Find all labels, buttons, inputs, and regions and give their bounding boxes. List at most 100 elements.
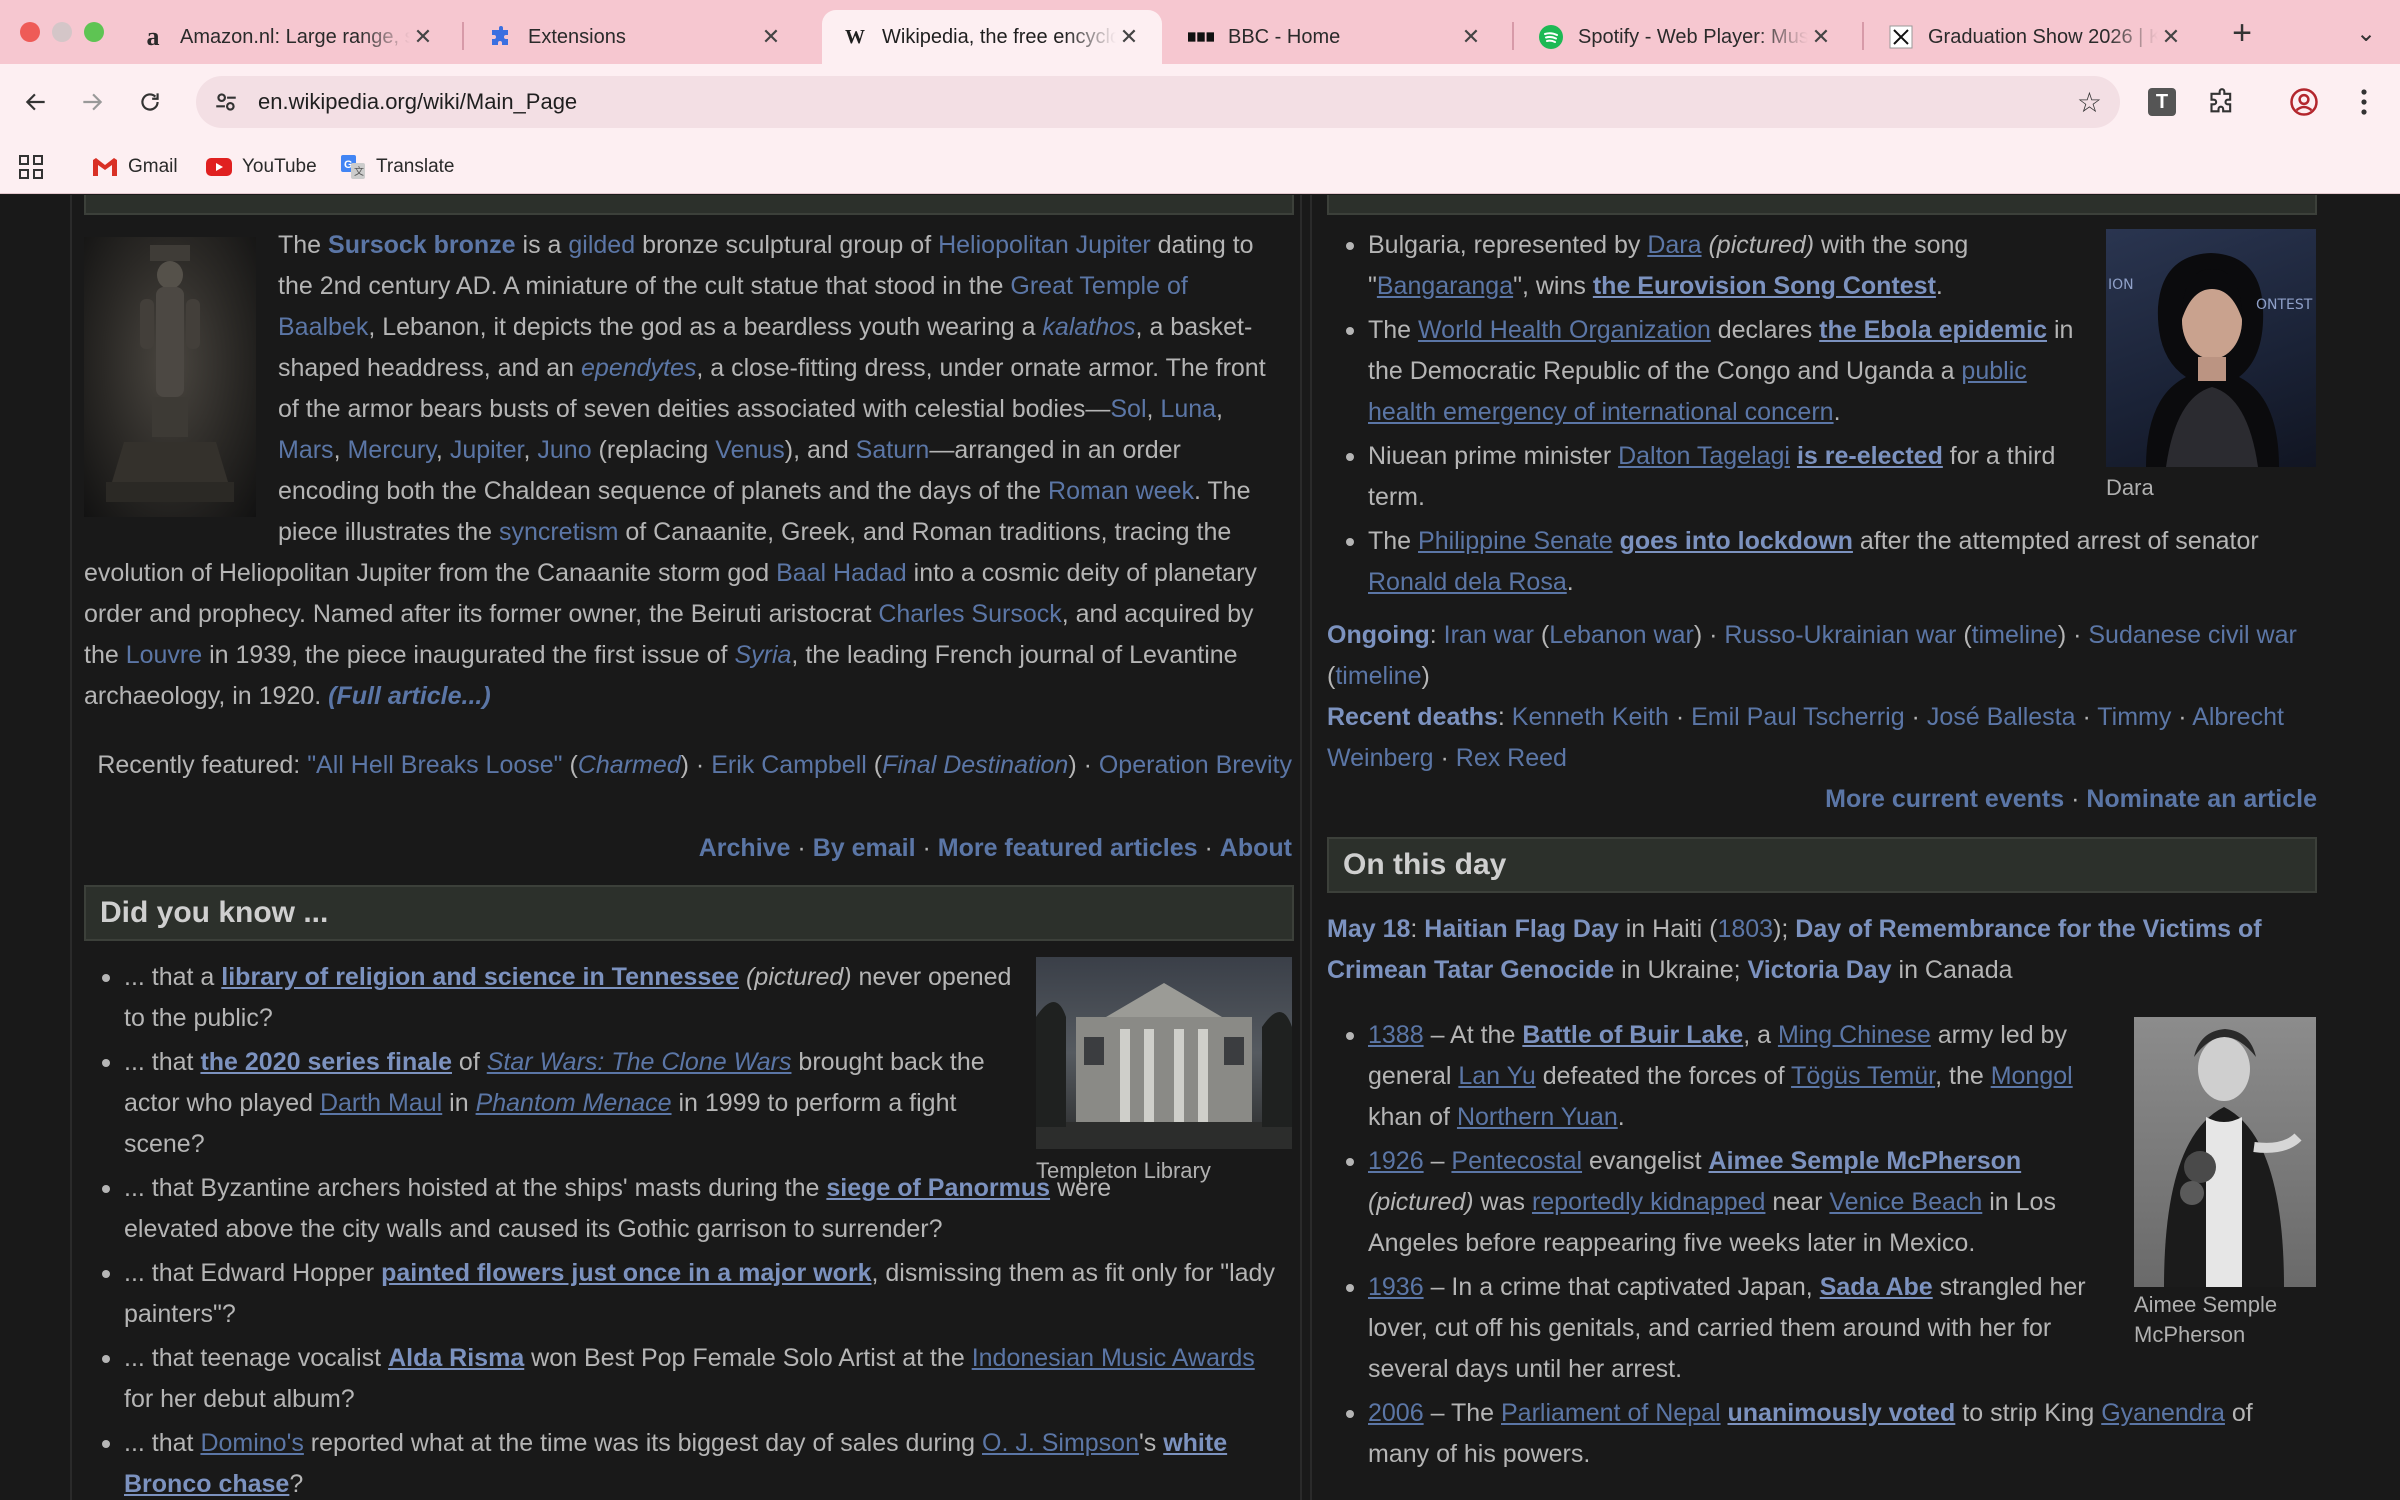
link-re-elected[interactable]: is re-elected bbox=[1797, 442, 1943, 470]
link-haitian-flag-day[interactable]: Haitian Flag Day bbox=[1424, 915, 1619, 943]
link-phantom-menace[interactable]: Phantom Menace bbox=[476, 1089, 672, 1117]
tab-extensions[interactable]: Extensions ✕ bbox=[468, 10, 804, 64]
close-tab-icon[interactable]: ✕ bbox=[1116, 24, 1142, 50]
link-kenneth-keith[interactable]: Kenneth Keith bbox=[1512, 703, 1669, 731]
link-may-18[interactable]: May 18 bbox=[1327, 915, 1410, 943]
link-about[interactable]: About bbox=[1220, 834, 1292, 862]
close-tab-icon[interactable]: ✕ bbox=[1808, 24, 1834, 50]
link-1926[interactable]: 1926 bbox=[1368, 1147, 1424, 1175]
link-roman-week[interactable]: Roman week bbox=[1048, 477, 1194, 505]
link-darth-maul[interactable]: Darth Maul bbox=[320, 1089, 442, 1117]
link-victoria-day[interactable]: Victoria Day bbox=[1748, 956, 1892, 984]
link-baal-hadad[interactable]: Baal Hadad bbox=[776, 559, 907, 587]
link-more-featured[interactable]: More featured articles bbox=[938, 834, 1198, 862]
link-timmy[interactable]: Timmy bbox=[2097, 703, 2171, 731]
link-syncretism[interactable]: syncretism bbox=[499, 518, 618, 546]
link-nominate-article[interactable]: Nominate an article bbox=[2086, 785, 2317, 813]
link-jose-ballesta[interactable]: José Ballesta bbox=[1927, 703, 2076, 731]
link-dominos[interactable]: Domino's bbox=[200, 1429, 303, 1457]
link-eurovision[interactable]: the Eurovision Song Contest bbox=[1593, 272, 1936, 300]
link-gilded[interactable]: gilded bbox=[568, 231, 635, 259]
link-sursock-bronze[interactable]: Sursock bronze bbox=[328, 231, 516, 259]
link-1936[interactable]: 1936 bbox=[1368, 1273, 1424, 1301]
link-venice-beach[interactable]: Venice Beach bbox=[1829, 1188, 1982, 1216]
link-louvre[interactable]: Louvre bbox=[126, 641, 202, 669]
link-clone-wars[interactable]: Star Wars: The Clone Wars bbox=[487, 1048, 792, 1076]
link-lan-yu[interactable]: Lan Yu bbox=[1458, 1062, 1535, 1090]
more-menu-icon[interactable] bbox=[2342, 80, 2386, 124]
address-bar[interactable]: en.wikipedia.org/wiki/Main_Page ☆ bbox=[196, 76, 2120, 128]
link-charles-sursock[interactable]: Charles Sursock bbox=[878, 600, 1061, 628]
link-heliopolitan-jupiter[interactable]: Heliopolitan Jupiter bbox=[938, 231, 1151, 259]
link-ependytes[interactable]: ependytes bbox=[581, 354, 696, 382]
link-siege-panormus[interactable]: siege of Panormus bbox=[826, 1174, 1050, 1202]
link-unanimously-voted[interactable]: unanimously voted bbox=[1728, 1399, 1956, 1427]
link-venus[interactable]: Venus bbox=[715, 436, 785, 464]
link-all-hell[interactable]: "All Hell Breaks Loose" bbox=[307, 751, 562, 779]
link-gyanendra[interactable]: Gyanendra bbox=[2101, 1399, 2225, 1427]
link-kalathos[interactable]: kalathos bbox=[1042, 313, 1135, 341]
link-ebola[interactable]: the Ebola epidemic bbox=[1819, 316, 2047, 344]
link-bangaranga[interactable]: Bangaranga bbox=[1377, 272, 1513, 300]
bookmark-gmail[interactable]: Gmail bbox=[92, 152, 178, 182]
link-final-destination[interactable]: Final Destination bbox=[882, 751, 1068, 779]
bookmark-translate[interactable]: G文 Translate bbox=[340, 152, 455, 182]
link-2020-finale[interactable]: the 2020 series finale bbox=[200, 1048, 452, 1076]
link-who[interactable]: World Health Organization bbox=[1418, 316, 1711, 344]
link-dalton-tagelagi[interactable]: Dalton Tagelagi bbox=[1618, 442, 1790, 470]
link-northern-yuan[interactable]: Northern Yuan bbox=[1457, 1103, 1618, 1131]
bookmark-youtube[interactable]: YouTube bbox=[206, 152, 317, 182]
link-1388[interactable]: 1388 bbox=[1368, 1021, 1424, 1049]
link-mars[interactable]: Mars bbox=[278, 436, 334, 464]
link-emil-tscherrig[interactable]: Emil Paul Tscherrig bbox=[1691, 703, 1905, 731]
link-iran-war[interactable]: Iran war bbox=[1444, 621, 1534, 649]
close-tab-icon[interactable]: ✕ bbox=[758, 24, 784, 50]
link-full-article[interactable]: (Full article...) bbox=[328, 682, 491, 710]
tab-spotify[interactable]: Spotify - Web Player: Music for everyone… bbox=[1518, 10, 1854, 64]
link-kidnapped[interactable]: reportedly kidnapped bbox=[1532, 1188, 1766, 1216]
tab-bbc[interactable]: BBC - Home ✕ bbox=[1168, 10, 1504, 64]
link-luna[interactable]: Luna bbox=[1160, 395, 1216, 423]
link-pentecostal[interactable]: Pentecostal bbox=[1451, 1147, 1582, 1175]
link-rex-reed[interactable]: Rex Reed bbox=[1456, 744, 1567, 772]
link-mercury[interactable]: Mercury bbox=[347, 436, 435, 464]
url-text[interactable]: en.wikipedia.org/wiki/Main_Page bbox=[258, 89, 577, 115]
link-ronald-dela-rosa[interactable]: Ronald dela Rosa bbox=[1368, 568, 1567, 596]
link-philippine-senate[interactable]: Philippine Senate bbox=[1418, 527, 1613, 555]
close-window-button[interactable] bbox=[20, 22, 40, 42]
extensions-button[interactable] bbox=[2200, 80, 2244, 124]
close-tab-icon[interactable]: ✕ bbox=[410, 24, 436, 50]
minimize-window-button[interactable] bbox=[52, 22, 72, 42]
tab-wikipedia[interactable]: W Wikipedia, the free encyclopedia ✕ bbox=[822, 10, 1162, 64]
link-russo-ukrainian-war[interactable]: Russo-Ukrainian war bbox=[1724, 621, 1956, 649]
link-indonesian-awards[interactable]: Indonesian Music Awards bbox=[972, 1344, 1255, 1372]
close-tab-icon[interactable]: ✕ bbox=[1458, 24, 1484, 50]
link-sada-abe[interactable]: Sada Abe bbox=[1820, 1273, 1933, 1301]
link-library-religion[interactable]: library of religion and science in Tenne… bbox=[221, 963, 739, 991]
link-oj-simpson[interactable]: O. J. Simpson bbox=[982, 1429, 1139, 1457]
back-button[interactable] bbox=[14, 80, 58, 124]
link-by-email[interactable]: By email bbox=[813, 834, 916, 862]
maximize-window-button[interactable] bbox=[84, 22, 104, 42]
link-dara[interactable]: Dara bbox=[1647, 231, 1701, 259]
link-more-current-events[interactable]: More current events bbox=[1825, 785, 2064, 813]
t-extension-icon[interactable]: T bbox=[2140, 80, 2184, 124]
link-syria[interactable]: Syria bbox=[734, 641, 791, 669]
link-operation-brevity[interactable]: Operation Brevity bbox=[1099, 751, 1292, 779]
link-timeline[interactable]: timeline bbox=[1972, 621, 2058, 649]
link-2006[interactable]: 2006 bbox=[1368, 1399, 1424, 1427]
apps-icon[interactable] bbox=[18, 152, 44, 182]
link-battle-buir-lake[interactable]: Battle of Buir Lake bbox=[1522, 1021, 1743, 1049]
link-ming-chinese[interactable]: Ming Chinese bbox=[1778, 1021, 1931, 1049]
star-icon[interactable]: ☆ bbox=[2077, 86, 2102, 119]
link-charmed[interactable]: Charmed bbox=[578, 751, 681, 779]
link-1803[interactable]: 1803 bbox=[1717, 915, 1773, 943]
link-lockdown[interactable]: goes into lockdown bbox=[1620, 527, 1853, 555]
tab-kabk[interactable]: Graduation Show 2026 | KABK ✕ bbox=[1868, 10, 2204, 64]
site-settings-icon[interactable] bbox=[204, 80, 248, 124]
link-alda-risma[interactable]: Alda Risma bbox=[388, 1344, 524, 1372]
link-togus-temur[interactable]: Tögüs Temür bbox=[1791, 1062, 1935, 1090]
link-aimee-mcpherson[interactable]: Aimee Semple McPherson bbox=[1709, 1147, 2022, 1175]
link-archive[interactable]: Archive bbox=[699, 834, 791, 862]
reload-button[interactable] bbox=[128, 80, 172, 124]
